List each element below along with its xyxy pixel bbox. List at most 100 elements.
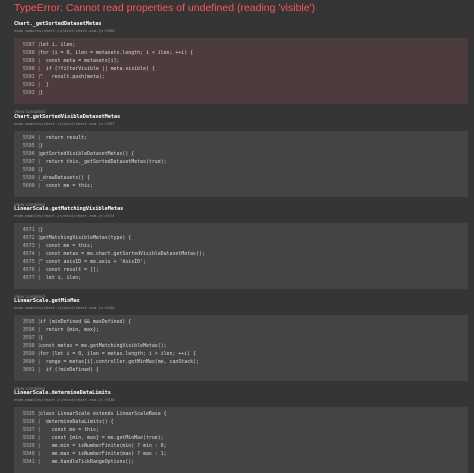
line-number: 4574 | (17, 251, 41, 257)
line-number: 3601 | (17, 367, 41, 373)
line-number: 4572 | (17, 235, 41, 241)
code-line: 4575 | ^ const axisID = me.axis + 'AxisI… (14, 258, 468, 266)
line-number: 5596 | (17, 151, 41, 157)
line-code: me.min = isNumberFinite(min) ? min : 0; (37, 443, 167, 449)
line-code: const me = this; (37, 427, 99, 433)
code-snippet: 9335 | class LinearScale extends LinearS… (14, 407, 468, 473)
code-line: 9339 | me.min = isNumberFinite(min) ? mi… (14, 442, 468, 450)
frame-file-path: node_modules/chart.js/dist/chart.esm.js:… (14, 121, 115, 126)
code-line: 9335 | class LinearScale extends LinearS… (14, 410, 468, 418)
line-number: 9338 | (17, 435, 41, 441)
line-code: class LinearScale extends LinearScaleBas… (37, 411, 167, 417)
line-code: return result; (37, 135, 88, 141)
line-number: 4575 | (17, 259, 41, 265)
frame-file-path: node_modules/chart.js/dist/chart.esm.js:… (14, 213, 115, 218)
code-line: 9337 | const me = this; (14, 426, 468, 434)
code-line: 5588 | for (i = 0, ilen = metasets.lengt… (14, 49, 468, 57)
line-code: } (37, 335, 43, 341)
line-code: getMatchingVisibleMetas(type) { (37, 235, 132, 241)
line-number: 5588 | (17, 50, 41, 56)
line-code: if (!minDefined) { (37, 367, 99, 373)
frame-file-path: node_modules/chart.js/dist/chart.esm.js:… (14, 397, 115, 402)
code-line: 5593 | } (14, 89, 468, 97)
code-line: 4574 | const metas = me.chart.getSortedV… (14, 250, 468, 258)
line-code: let i, ilen; (37, 42, 76, 48)
line-number: 5599 | (17, 175, 41, 181)
line-code: ^ const axisID = me.axis + 'AxisID'; (37, 259, 146, 265)
code-line: 5592 | } (14, 81, 468, 89)
code-line: 5595 | } (14, 142, 468, 150)
frame-function-name: LinearScale.getMatchingVisibleMetas (14, 206, 124, 212)
code-line: 5590 | if (!filterVisible || meta.visibl… (14, 65, 468, 73)
line-number: 9336 | (17, 419, 41, 425)
line-code: for (i = 0, ilen = metasets.length; i < … (37, 50, 194, 56)
frame-function-name: LinearScale.determineDataLimits (14, 390, 111, 396)
line-code: me.max = isNumberFinite(max) ? max : 1; (37, 451, 167, 457)
line-number: 9339 | (17, 443, 41, 449)
frame-function-name: LinearScale.getMinMax (14, 298, 80, 304)
stack-frame: LinearScale.getMinMax node_modules/chart.… (14, 297, 468, 395)
code-line: 9341 | me.handleTickRangeOptions(); (14, 458, 468, 466)
line-number: 9335 | (17, 411, 41, 417)
code-line: 3597 | } (14, 334, 468, 342)
line-code: } (37, 167, 43, 173)
code-line: 3598 | const metas = me.getMatchingVisib… (14, 342, 468, 350)
code-line: 4577 | let i, ilen; (14, 274, 468, 282)
code-line: 5591 | ^ result.push(meta); (14, 73, 468, 81)
line-number: 4577 | (17, 275, 41, 281)
code-line: 9340 | me.max = isNumberFinite(max) ? ma… (14, 450, 468, 458)
line-number: 5598 | (17, 167, 41, 173)
line-code: } (37, 90, 43, 96)
line-number: 5591 | (17, 74, 41, 80)
line-number: 5600 | (17, 183, 41, 189)
line-number: 4571 | (17, 227, 41, 233)
line-number: 5594 | (17, 135, 41, 141)
line-code: me.handleTickRangeOptions(); (37, 459, 135, 465)
line-number: 5589 | (17, 58, 41, 64)
line-number: 3600 | (17, 359, 41, 365)
stack-frame: LinearScale.getMatchingVisibleMetas node_… (14, 205, 468, 303)
code-line: 5597 | return this._getSortedDatasetMeta… (14, 158, 468, 166)
line-code: return this._getSortedDatasetMetas(true)… (37, 159, 167, 165)
code-snippet: 3595 | if (minDefined && maxDefined) { 3… (14, 315, 468, 381)
line-number: 5595 | (17, 143, 41, 149)
code-line: 3599 | for (let i = 0, ilen = metas.leng… (14, 350, 468, 358)
line-number: 3596 | (17, 327, 41, 333)
code-line: 9336 | determineDataLimits() { (14, 418, 468, 426)
line-code: range = metas[i].controller.getMinMax(me… (37, 359, 199, 365)
line-code: const result = []; (37, 267, 99, 273)
line-number: 5592 | (17, 82, 41, 88)
line-code: return {min, max}; (37, 327, 99, 333)
code-line: 4573 | const me = this; (14, 242, 468, 250)
stack-frame: Chart._getSortedDatasetMetas node_modules… (14, 20, 468, 118)
line-number: 3598 | (17, 343, 41, 349)
line-code: const {min, max} = me.getMinMax(true); (37, 435, 164, 441)
line-code: const me = this; (37, 243, 93, 249)
line-number: 4576 | (17, 267, 41, 273)
code-snippet: 4571 | } 4572 | getMatchingVisibleMetas(… (14, 223, 468, 289)
code-line: 5589 | const meta = metasets[i]; (14, 57, 468, 65)
line-code: } (37, 227, 43, 233)
line-code: } (37, 143, 43, 149)
line-code: const metas = me.getMatchingVisibleMetas… (37, 343, 167, 349)
line-number: 9341 | (17, 459, 41, 465)
line-number: 5593 | (17, 90, 41, 96)
line-code: } (37, 82, 49, 88)
code-snippet: 5594 | return result; 5595 | } 5596 | ge… (14, 131, 468, 197)
line-code: ^ result.push(meta); (37, 74, 105, 80)
frame-file-path: node_modules/chart.js/dist/chart.esm.js:… (14, 305, 115, 310)
line-code: let i, ilen; (37, 275, 82, 281)
code-line: 4572 | getMatchingVisibleMetas(type) { (14, 234, 468, 242)
stack-frame: LinearScale.determineDataLimits node_modu… (14, 389, 468, 473)
frame-function-name: Chart._getSortedDatasetMetas (14, 21, 102, 27)
error-title: TypeError: Cannot read properties of und… (14, 2, 316, 14)
code-line: 5599 | _drawDatasets() { (14, 174, 468, 182)
code-line: 5596 | getSortedVisibleDatasetMetas() { (14, 150, 468, 158)
code-line: 5594 | return result; (14, 134, 468, 142)
stack-frame: Chart.getSortedVisibleDatasetMetas node_m… (14, 113, 468, 211)
code-line: 3595 | if (minDefined && maxDefined) { (14, 318, 468, 326)
code-line: 9338 | const {min, max} = me.getMinMax(t… (14, 434, 468, 442)
line-number: 9340 | (17, 451, 41, 457)
line-code: const me = this; (37, 183, 93, 189)
line-number: 4573 | (17, 243, 41, 249)
